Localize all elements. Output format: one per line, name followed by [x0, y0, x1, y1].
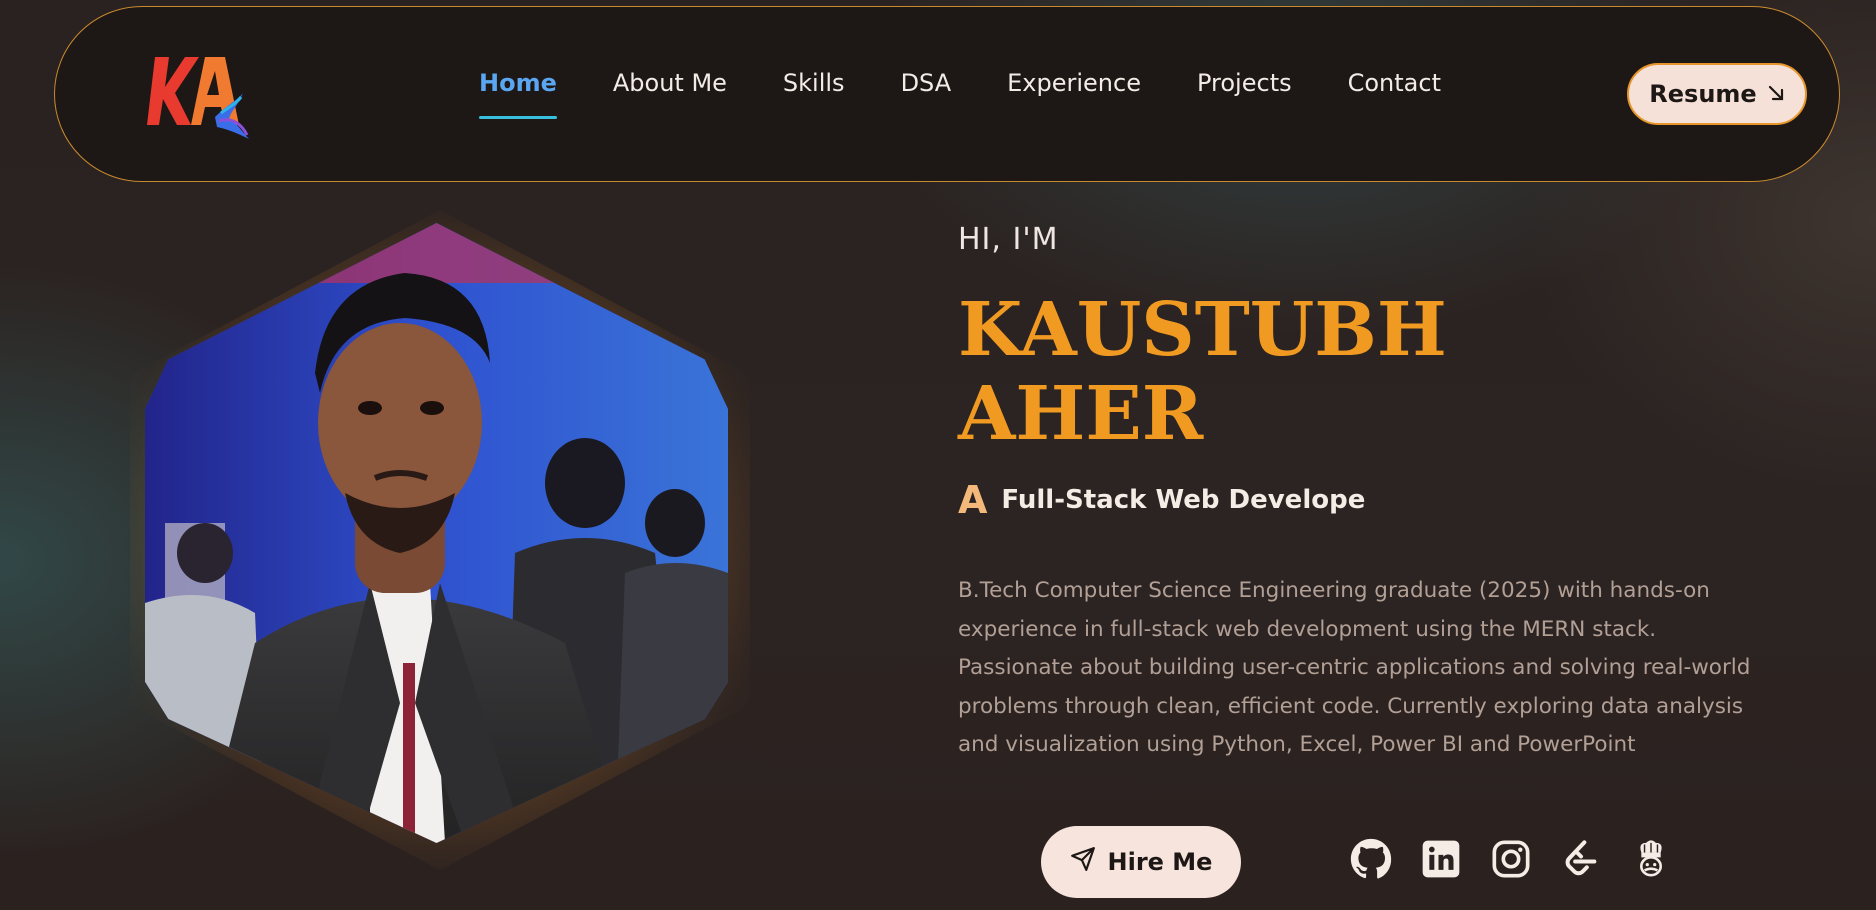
- nav-item-dsa[interactable]: DSA: [901, 69, 952, 119]
- nav-item-home[interactable]: Home: [479, 69, 557, 119]
- nav-item-projects[interactable]: Projects: [1197, 69, 1292, 119]
- role-line: A Full-Stack Web Develope: [958, 478, 1365, 522]
- hire-me-label: Hire Me: [1107, 848, 1213, 876]
- role-text: Full-Stack Web Develope: [1001, 485, 1366, 515]
- navbar: Home About Me Skills DSA Experience Proj…: [54, 6, 1840, 182]
- role-prefix: A: [958, 478, 988, 522]
- send-icon: [1070, 846, 1096, 878]
- main-nav: Home About Me Skills DSA Experience Proj…: [479, 69, 1441, 119]
- social-links: [1350, 838, 1672, 880]
- nav-item-contact[interactable]: Contact: [1348, 69, 1441, 119]
- hire-me-button[interactable]: Hire Me: [1041, 826, 1241, 898]
- linkedin-icon[interactable]: [1420, 838, 1462, 880]
- hero-name: KAUSTUBH AHER: [958, 288, 1447, 456]
- hero-last-name: AHER: [958, 371, 1204, 457]
- profile-photo-frame: [100, 190, 780, 870]
- bio-paragraph: B.Tech Computer Science Engineering grad…: [958, 578, 1751, 757]
- github-icon[interactable]: [1350, 838, 1392, 880]
- leetcode-icon[interactable]: [1560, 838, 1602, 880]
- arrow-down-right-icon: [1767, 80, 1785, 108]
- codechef-icon[interactable]: [1630, 838, 1672, 880]
- nav-item-about-me[interactable]: About Me: [613, 69, 727, 119]
- instagram-icon[interactable]: [1490, 838, 1532, 880]
- resume-label: Resume: [1649, 80, 1757, 108]
- nav-item-experience[interactable]: Experience: [1007, 69, 1141, 119]
- greeting-text: HI, I'M: [958, 222, 1059, 257]
- resume-button[interactable]: Resume: [1627, 63, 1807, 125]
- brand-logo[interactable]: [147, 47, 257, 147]
- hero-first-name: KAUSTUBH: [958, 287, 1447, 373]
- nav-item-skills[interactable]: Skills: [783, 69, 845, 119]
